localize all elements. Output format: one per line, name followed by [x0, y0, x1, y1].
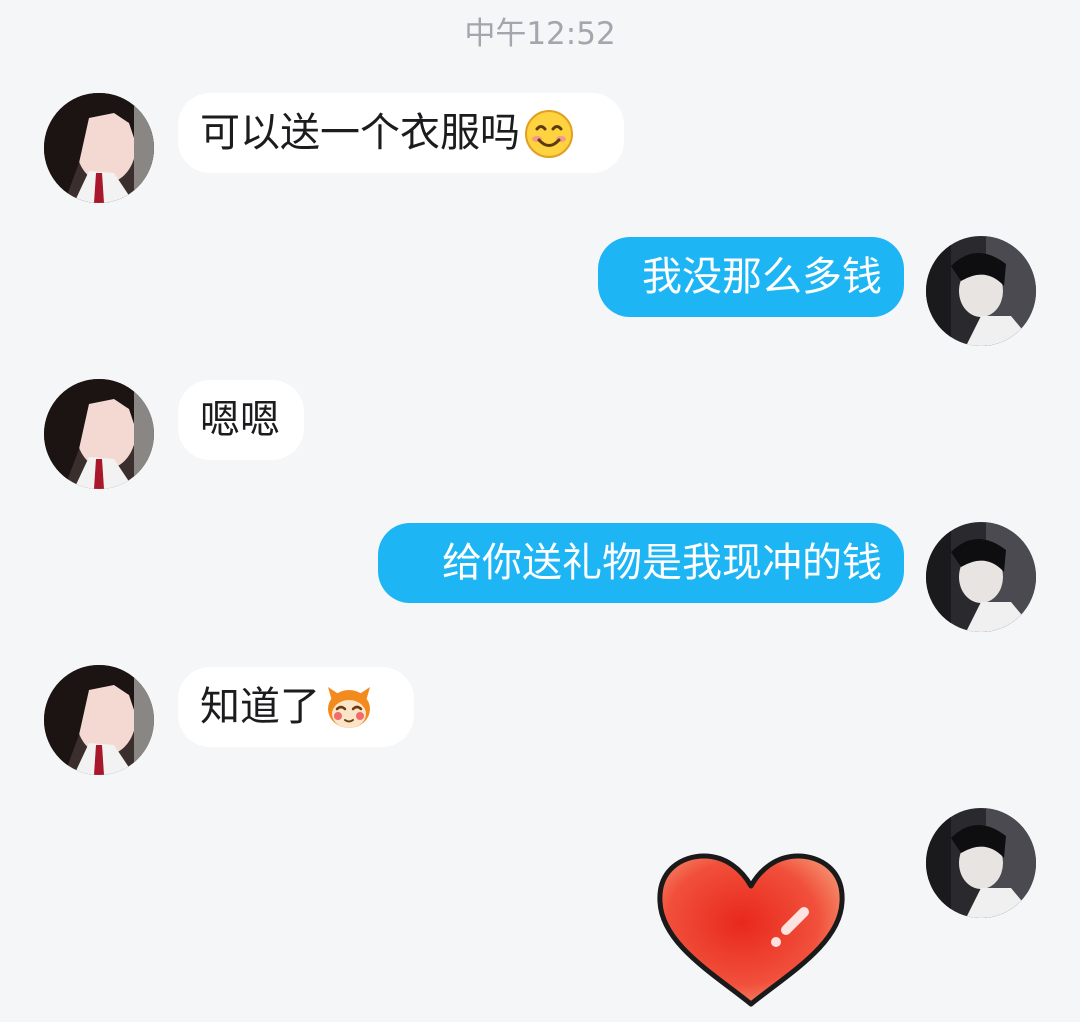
- smiling-face-emoji: [524, 109, 574, 159]
- message-text: 给你送礼物是我现冲的钱: [442, 540, 882, 586]
- message-bubble-outgoing[interactable]: 我没那么多钱: [598, 237, 904, 317]
- red-heart-sticker[interactable]: [654, 852, 848, 1010]
- monkey-blush-emoji: [324, 683, 374, 733]
- my-avatar[interactable]: [926, 236, 1036, 346]
- message-bubble-outgoing[interactable]: 给你送礼物是我现冲的钱: [378, 523, 904, 603]
- message-timestamp: 中午12:52: [464, 16, 616, 52]
- chat-screen: 中午12:52 可以送一个衣服吗 我没那么多钱 嗯嗯 给你送礼物是我现冲的钱 知…: [0, 0, 1080, 1022]
- message-text: 知道了: [200, 684, 320, 730]
- message-bubble-incoming[interactable]: 知道了: [178, 667, 414, 747]
- message-bubble-incoming[interactable]: 嗯嗯: [178, 380, 304, 460]
- my-avatar[interactable]: [926, 522, 1036, 632]
- message-text: 我没那么多钱: [642, 254, 882, 300]
- contact-avatar[interactable]: [44, 665, 154, 775]
- contact-avatar[interactable]: [44, 379, 154, 489]
- message-text: 嗯嗯: [200, 397, 280, 443]
- message-bubble-incoming[interactable]: 可以送一个衣服吗: [178, 93, 624, 173]
- my-avatar[interactable]: [926, 808, 1036, 918]
- message-text: 可以送一个衣服吗: [200, 110, 520, 156]
- contact-avatar[interactable]: [44, 93, 154, 203]
